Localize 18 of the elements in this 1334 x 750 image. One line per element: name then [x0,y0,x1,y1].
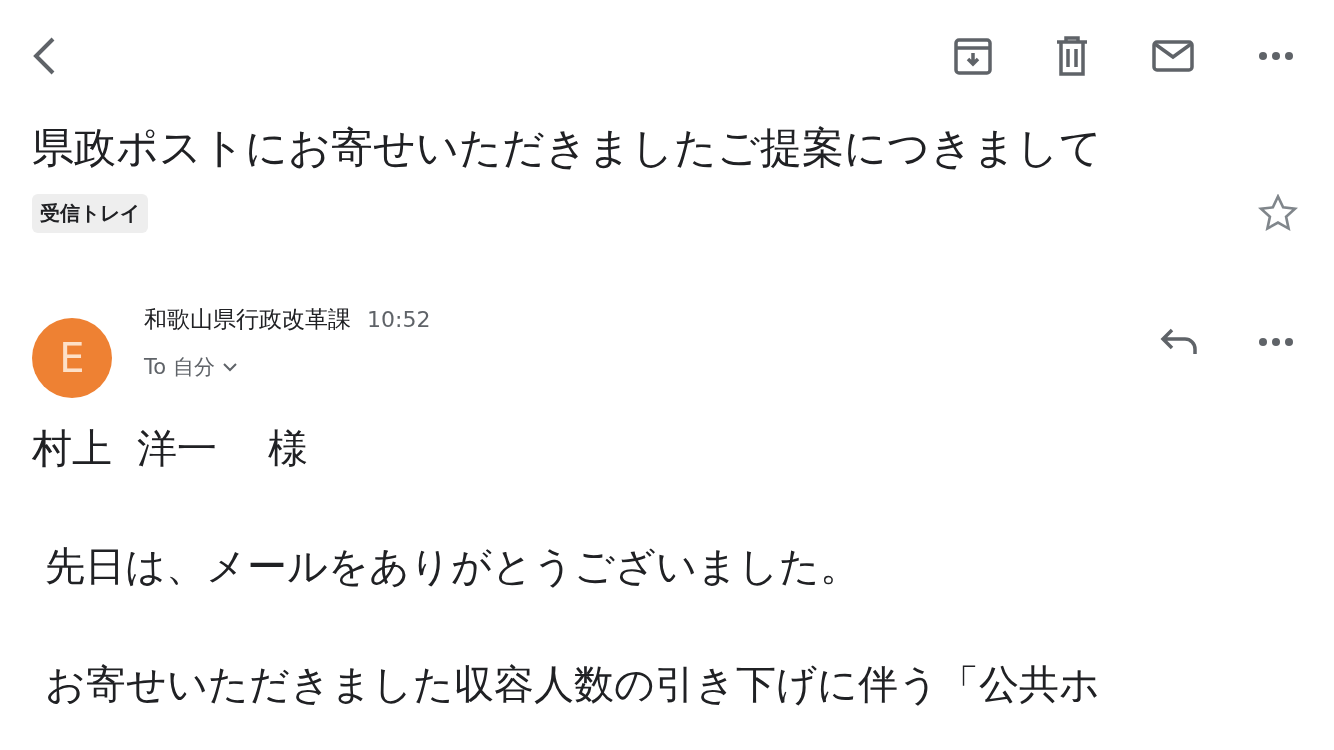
recipient-toggle[interactable]: To 自分 [144,353,237,381]
envelope-icon [1152,40,1194,72]
body-paragraph: 村上 洋一 様 [32,424,310,472]
back-icon [32,36,56,76]
email-subject: 県政ポストにお寄せいただきましたご提案につきまして [32,122,1103,174]
sender-avatar: E [32,318,112,398]
star-icon [1258,194,1298,232]
more-icon [1258,337,1294,347]
reply-icon [1160,328,1198,356]
archive-icon [954,36,992,76]
body-paragraph: お寄せいただきました収容人数の引き下げに伴う「公共ホ [43,660,1101,708]
more-icon [1258,51,1294,61]
chevron-icon [222,362,237,372]
inbox-label: 受信トレイ [32,193,148,233]
body-paragraph: 先日は、メールをありがとうございました。 [43,542,861,590]
trash-icon [1056,36,1088,76]
sender-name: 和歌山県行政改革課 [144,305,351,334]
message-time: 10:52 [367,307,431,332]
